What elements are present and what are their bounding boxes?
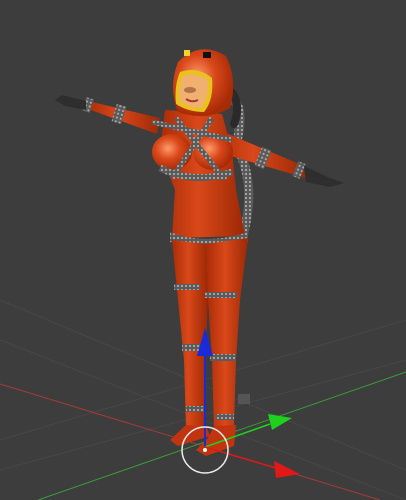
right-glove	[304, 166, 344, 187]
helmet	[173, 49, 234, 117]
rear-tank	[238, 394, 250, 404]
left-leg	[172, 240, 208, 430]
arrow-x-icon	[274, 461, 300, 478]
left-glove	[55, 95, 86, 110]
viewport-canvas	[0, 49, 406, 500]
3d-viewport[interactable]	[0, 0, 406, 500]
arrow-y-icon	[268, 414, 292, 430]
character-model[interactable]	[55, 49, 344, 456]
